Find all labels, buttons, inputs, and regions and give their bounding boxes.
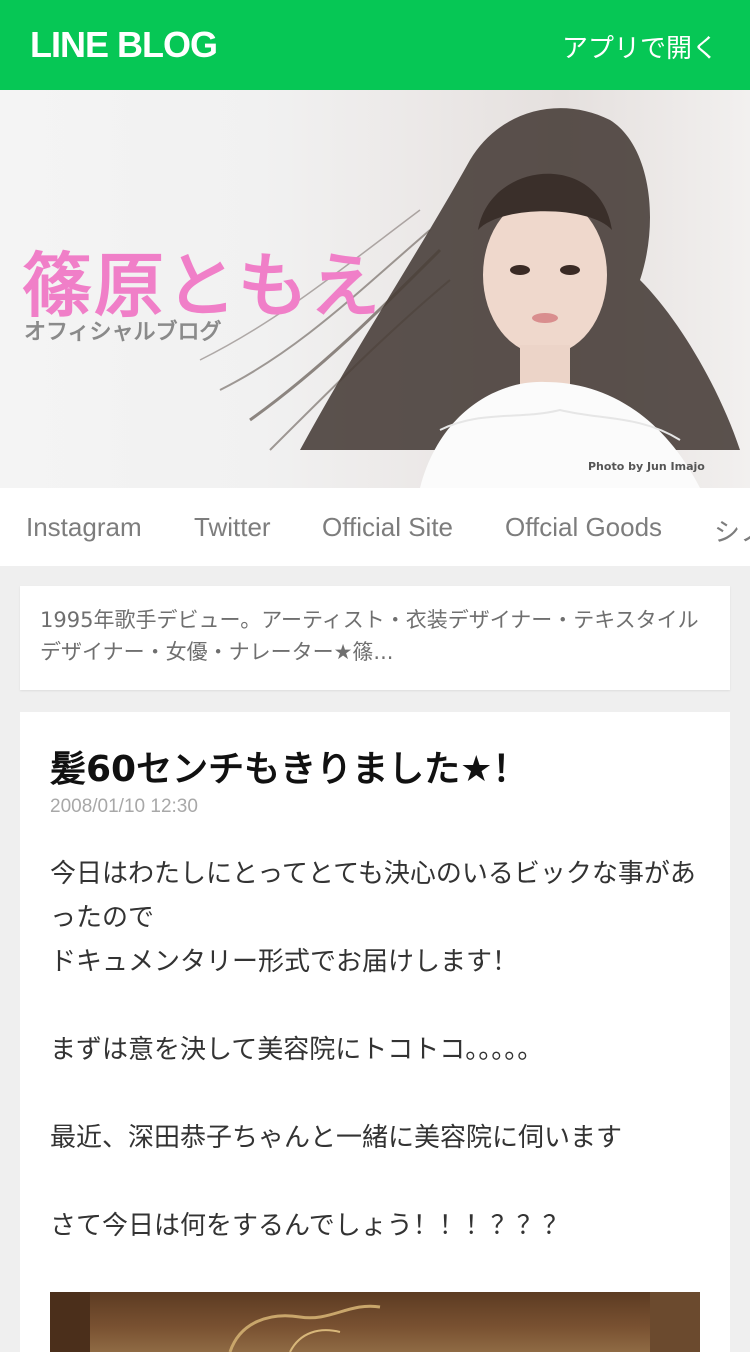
profile-summary[interactable]: 1995年歌手デビュー。アーティスト・衣装デザイナー・テキスタイルデザイナー・女…: [20, 586, 730, 690]
photo-credit: Photo by Jun Imajo: [588, 460, 705, 473]
tab-official-goods[interactable]: Offcial Goods: [505, 512, 662, 543]
post-paragraph: 今日はわたしにとってとても決心のいるビックな事があったので ドキュメンタリー形式…: [50, 859, 696, 977]
tab-instagram[interactable]: Instagram: [26, 512, 142, 543]
post-paragraph: 最近、深田恭子ちゃんと一緒に美容院に伺います: [50, 1123, 623, 1153]
post-body: 今日はわたしにとってとても決心のいるビックな事があったので ドキュメンタリー形式…: [50, 852, 710, 1248]
hero-banner: 篠原ともえ オフィシャルブログ Photo by Jun Imajo: [0, 90, 750, 488]
blog-post: 髪60センチもきりました★！ 2008/01/10 12:30 今日はわたしにと…: [20, 712, 730, 1352]
link-tabs: Instagram Twitter Official Site Offcial …: [0, 488, 750, 566]
hero-subtitle: オフィシャルブログ: [24, 320, 222, 345]
post-image[interactable]: [50, 1292, 700, 1352]
post-date: 2008/01/10 12:30: [50, 796, 198, 817]
tab-official-site[interactable]: Official Site: [322, 512, 453, 543]
post-paragraph: さて今日は何をするんでしょう！！！？？？: [50, 1211, 569, 1241]
top-bar: LINE BLOG アプリで開く: [0, 0, 750, 90]
tab-twitter[interactable]: Twitter: [194, 512, 271, 543]
open-in-app-link[interactable]: アプリで開く: [562, 28, 718, 65]
post-title[interactable]: 髪60センチもきりました★！: [50, 740, 528, 792]
salon-photo: [50, 1292, 700, 1352]
line-blog-logo[interactable]: LINE BLOG: [30, 24, 218, 66]
tab-shino[interactable]: シノ: [714, 512, 750, 549]
post-paragraph: まずは意を決して美容院にトコトコ。。。。。: [50, 1035, 544, 1065]
